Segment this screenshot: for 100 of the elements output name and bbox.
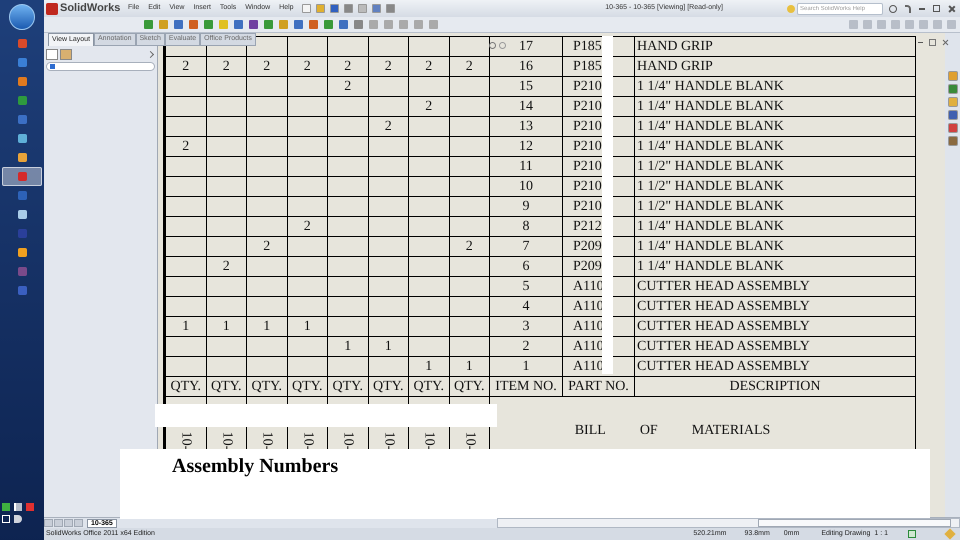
assembly-label: 10- — [340, 432, 355, 450]
restore-icon[interactable] — [929, 39, 936, 46]
table-cell: 3 — [490, 316, 562, 336]
table-cell: 9 — [490, 196, 562, 216]
table-cell: 1 1/2" HANDLE BLANK — [634, 176, 916, 196]
assembly-label: 10- — [422, 432, 436, 450]
column-header: QTY. — [328, 376, 368, 396]
assembly-label: 10- — [260, 432, 274, 450]
table-cell: 2 — [246, 236, 287, 256]
table-cell: 1 1/4" HANDLE BLANK — [634, 116, 916, 136]
column-header: QTY. — [206, 376, 246, 396]
table-cell: 2 — [368, 56, 408, 76]
table-cell: 1 1/2" HANDLE BLANK — [634, 156, 916, 176]
properties-icon[interactable] — [60, 49, 72, 60]
table-cell: 14 — [490, 96, 562, 116]
column-header: DESCRIPTION — [634, 376, 916, 396]
column-header: ITEM NO. — [490, 376, 562, 396]
table-cell: 1 — [328, 336, 368, 356]
table-cell: 2 — [206, 56, 246, 76]
table-cell: 2 — [449, 236, 490, 256]
table-cell: 2 — [490, 336, 562, 356]
table-cell: 1 1/4" HANDLE BLANK — [634, 96, 916, 116]
table-cell: 17 — [490, 36, 562, 56]
table-title: OF — [640, 424, 658, 438]
table-cell: 1 — [206, 316, 246, 336]
caption: Assembly Numbers — [172, 454, 338, 479]
table-cell: CUTTER HEAD ASSEMBLY — [634, 276, 916, 296]
column-header: QTY. — [368, 376, 408, 396]
table-cell: 8 — [490, 216, 562, 236]
table-cell: HAND GRIP — [634, 56, 916, 76]
table-cell: 2 — [449, 56, 490, 76]
help-icon[interactable] — [908, 530, 916, 538]
table-cell: 1 — [408, 356, 449, 376]
restore-icon[interactable] — [933, 5, 940, 12]
table-cell: 2 — [368, 116, 408, 136]
column-header: QTY. — [408, 376, 449, 396]
column-header: QTY. — [449, 376, 490, 396]
table-cell: 2 — [328, 76, 368, 96]
app-name: SolidWorks — [60, 1, 120, 16]
table-cell: 1 — [166, 316, 206, 336]
app-logo-icon — [46, 2, 58, 14]
table-cell: 1 1/4" HANDLE BLANK — [634, 216, 916, 236]
minimize-icon[interactable] — [919, 8, 925, 10]
filter-field[interactable] — [46, 62, 155, 71]
table-cell: 1 1/4" HANDLE BLANK — [634, 256, 916, 276]
help-icon — [787, 4, 795, 12]
column-header: QTY. — [166, 376, 206, 396]
table-cell: 2 — [287, 216, 328, 236]
search-icon[interactable] — [889, 4, 897, 12]
column-header: QTY. — [287, 376, 328, 396]
tag-icon[interactable] — [944, 528, 956, 540]
table-cell: 1 — [490, 356, 562, 376]
table-cell: 1 1/4" HANDLE BLANK — [634, 76, 916, 96]
table-cell: 1 — [246, 316, 287, 336]
table-cell: 1 — [368, 336, 408, 356]
table-cell: 6 — [490, 256, 562, 276]
table-title: MATERIALS — [692, 424, 770, 438]
table-cell: 12 — [490, 136, 562, 156]
table-cell: 2 — [166, 56, 206, 76]
table-cell: 1 1/4" HANDLE BLANK — [634, 136, 916, 156]
table-cell: 13 — [490, 116, 562, 136]
table-cell: 1 — [449, 356, 490, 376]
speaker-icon[interactable] — [14, 515, 22, 523]
table-cell: 1 1/2" HANDLE BLANK — [634, 196, 916, 216]
table-cell: 16 — [490, 56, 562, 76]
table-title: BILL — [574, 424, 606, 438]
assembly-label: 10- — [300, 432, 314, 450]
assembly-label: 10- — [219, 432, 234, 450]
filter-icon — [50, 64, 55, 69]
table-cell: 1 1/4" HANDLE BLANK — [634, 236, 916, 256]
feature-tree-icon[interactable] — [46, 49, 58, 60]
table-cell: HAND GRIP — [634, 36, 916, 56]
taskbar-button[interactable] — [2, 167, 42, 186]
table-cell: 2 — [206, 256, 246, 276]
assembly-label: 10- — [178, 432, 193, 450]
network-icon[interactable] — [2, 515, 10, 523]
table-cell: CUTTER HEAD ASSEMBLY — [634, 296, 916, 316]
table-cell: CUTTER HEAD ASSEMBLY — [634, 316, 916, 336]
table-cell: 10 — [490, 176, 562, 196]
flag-icon[interactable] — [14, 503, 22, 511]
table-cell: 2 — [328, 56, 368, 76]
table-cell: 7 — [490, 236, 562, 256]
table-cell: 4 — [490, 296, 562, 316]
table-cell: 1 — [287, 316, 328, 336]
assembly-label: 10- — [381, 432, 396, 450]
table-cell: 2 — [287, 56, 328, 76]
table-cell: 2 — [408, 56, 449, 76]
table-cell: 2 — [246, 56, 287, 76]
table-cell: CUTTER HEAD ASSEMBLY — [634, 356, 916, 376]
start-orb-icon[interactable] — [9, 4, 35, 30]
table-cell: 11 — [490, 156, 562, 176]
table-cell: 15 — [490, 76, 562, 96]
column-header: QTY. — [246, 376, 287, 396]
column-header: PART NO. — [562, 376, 634, 396]
table-cell: 5 — [490, 276, 562, 296]
table-cell: 2 — [408, 96, 449, 116]
table-cell: CUTTER HEAD ASSEMBLY — [634, 336, 916, 356]
table-cell: 2 — [166, 136, 206, 156]
close-icon[interactable] — [948, 4, 956, 12]
assembly-label: 10- — [462, 432, 476, 450]
